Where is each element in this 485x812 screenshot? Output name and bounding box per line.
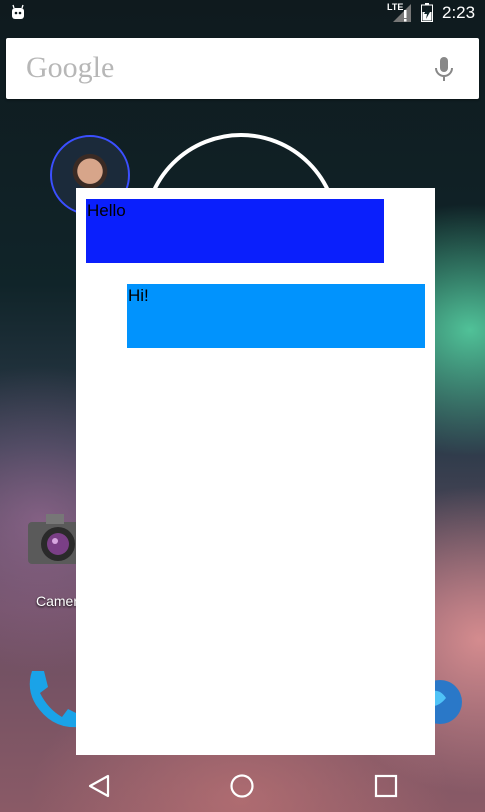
google-logo: Google [26,51,115,84]
phone-icon[interactable] [22,663,82,733]
status-bar: LTE 2:23 [0,0,485,26]
clock-time: 2:23 [442,3,476,22]
mic-icon[interactable] [430,55,458,83]
chat-message-outgoing: Hi! [127,284,425,348]
chat-panel: Hello Hi! [76,188,435,755]
recents-icon[interactable] [372,772,400,800]
chat-message-incoming: Hello [86,199,384,263]
google-search-bar[interactable]: Google [6,38,479,99]
android-debug-icon [12,4,24,19]
signal-icon [393,4,411,22]
app-label-camera: Camer [36,593,79,609]
home-icon[interactable] [228,772,256,800]
back-icon[interactable] [86,772,114,800]
battery-icon [421,3,433,22]
navigation-bar [0,758,485,812]
